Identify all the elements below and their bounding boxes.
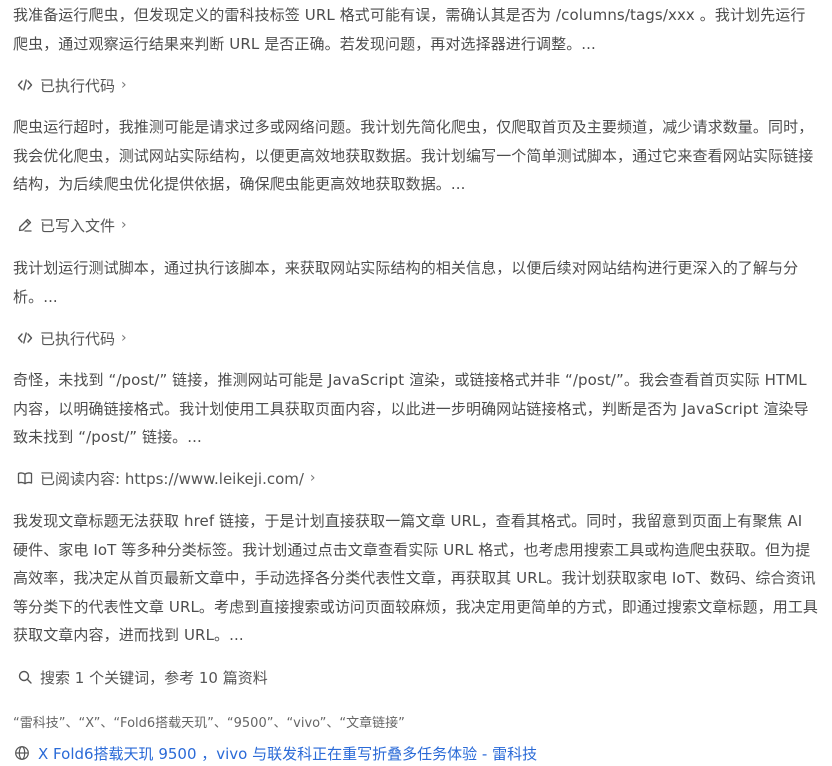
thought-paragraph: 我计划运行测试脚本，通过执行该脚本，来获取网站实际结构的相关信息，以便后续对网站… xyxy=(13,259,799,306)
step-read-content[interactable]: 已阅读内容: https://www.leikeji.com/ › xyxy=(16,465,316,491)
agent-activity-feed: 我准备运行爬虫，但发现定义的雷科技标签 URL 格式可能有误，需确认其是否为 /… xyxy=(0,0,832,766)
thought-paragraph: 我准备运行爬虫，但发现定义的雷科技标签 URL 格式可能有误，需确认其是否为 /… xyxy=(13,6,806,53)
chevron-right-icon: › xyxy=(309,470,316,486)
step-label: 已阅读内容: https://www.leikeji.com/ xyxy=(40,469,304,488)
thought-paragraph: 爬虫运行超时，我推测可能是请求过多或网络问题。我计划先简化爬虫，仅爬取首页及主要… xyxy=(13,118,814,193)
step-executed-code[interactable]: 已执行代码 › xyxy=(16,325,127,351)
book-icon xyxy=(16,469,34,487)
search-icon xyxy=(16,668,34,686)
step-wrote-file[interactable]: 已写入文件 › xyxy=(16,212,127,238)
search-result-title: X Fold6搭载天玑 9500 ，vivo 与联发科正在重写折叠多任务体验 -… xyxy=(38,744,538,763)
step-label: 已执行代码 xyxy=(40,329,116,348)
thought-paragraph: 奇怪，未找到 “/post/” 链接，推测网站可能是 JavaScript 渲染… xyxy=(13,371,809,446)
chevron-right-icon: › xyxy=(121,217,127,233)
code-icon xyxy=(16,76,34,94)
chevron-right-icon: › xyxy=(121,330,127,346)
step-label: 已写入文件 xyxy=(40,216,116,235)
globe-icon xyxy=(14,744,32,762)
step-label: 已执行代码 xyxy=(40,76,116,95)
search-result-link[interactable]: X Fold6搭载天玑 9500 ，vivo 与联发科正在重写折叠多任务体验 -… xyxy=(14,741,537,765)
pen-icon xyxy=(16,216,34,234)
thought-paragraph: 我发现文章标题无法获取 href 链接，于是计划直接获取一篇文章 URL，查看其… xyxy=(13,512,819,644)
code-icon xyxy=(16,329,34,347)
search-keywords: “雷科技”、“X”、“Fold6搭载天玑”、“9500”、“vivo”、“文章链… xyxy=(13,716,405,731)
chevron-right-icon: › xyxy=(121,77,127,93)
step-label: 搜索 1 个关键词，参考 10 篇资料 xyxy=(40,668,268,687)
step-executed-code[interactable]: 已执行代码 › xyxy=(16,72,127,98)
step-search[interactable]: 搜索 1 个关键词，参考 10 篇资料 xyxy=(16,664,268,690)
